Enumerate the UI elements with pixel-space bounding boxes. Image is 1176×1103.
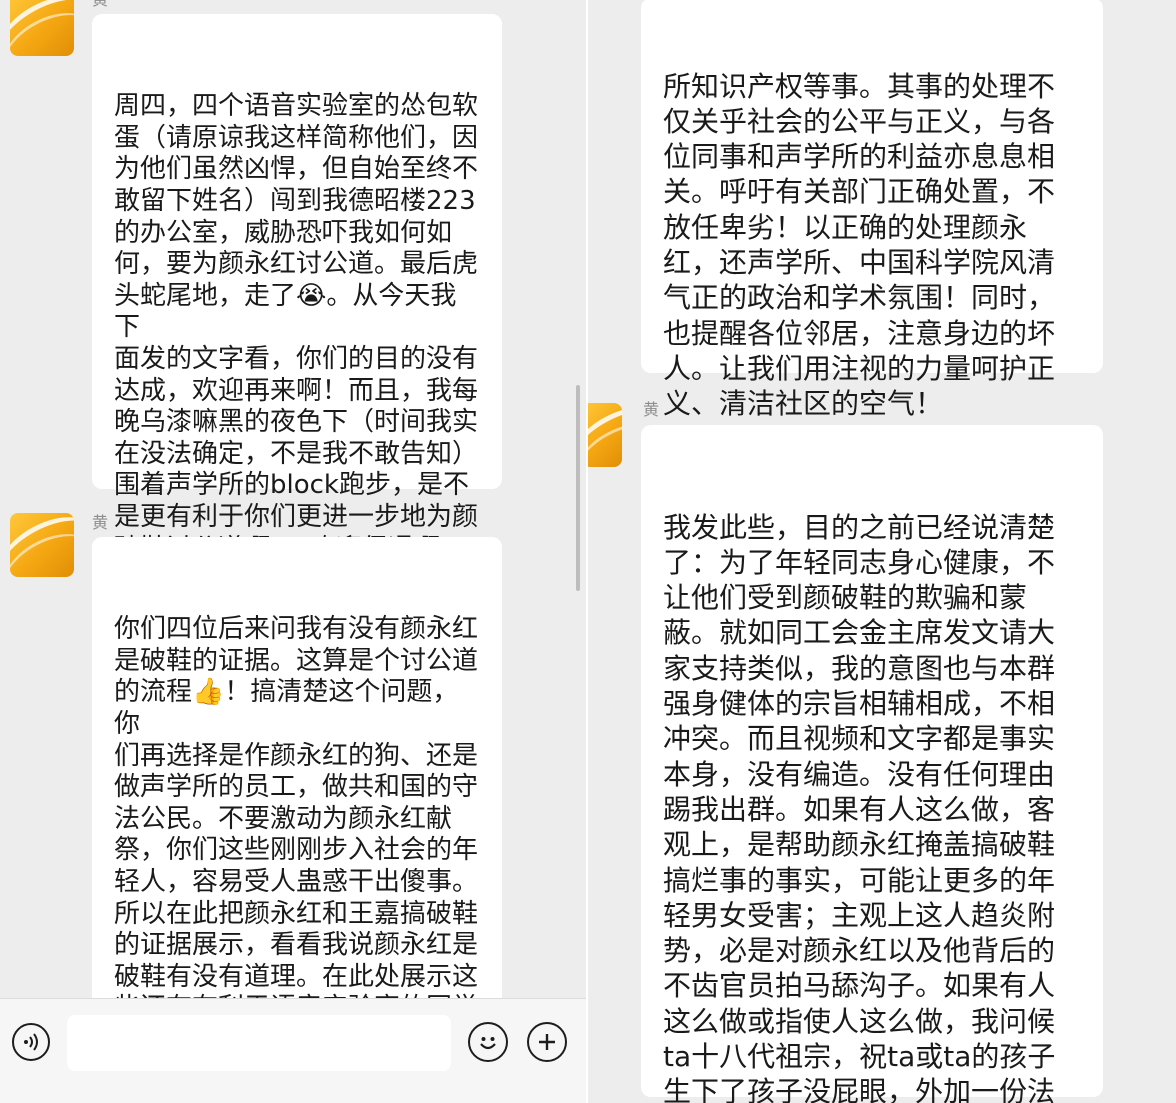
message-line: 何，要为颜永红讨公道。最后虎 bbox=[114, 249, 479, 280]
message-line: 了：为了年轻同志身心健康，不 bbox=[663, 545, 1056, 579]
avatar[interactable] bbox=[588, 403, 622, 467]
sender-name: 黄 bbox=[643, 400, 660, 419]
message-line: 围着声学所的block跑步，是不 bbox=[114, 470, 469, 501]
message-line: 蛋（请原谅我这样简称他们，因 bbox=[114, 122, 479, 153]
message-text: 我发此些，目的之前已经说清楚 了：为了年轻同志身心健康，不 让他们受到颜破鞋的欺骗和… bbox=[663, 510, 1083, 1103]
message-line: 祭，你们这些刚刚步入社会的年 bbox=[114, 835, 479, 866]
message-line: 气正的政治和学术氛围！同时， bbox=[663, 281, 1056, 315]
message-line: 红，还声学所、中国科学院风清 bbox=[663, 246, 1056, 280]
message-line: 踢我出群。如果有人这么做，客 bbox=[663, 792, 1056, 826]
message-line: 的证据展示，看看我说颜永红是 bbox=[114, 930, 479, 961]
message-bubble[interactable]: 周四，四个语音实验室的怂包软 蛋（请原谅我这样简称他们，因 为他们虽然凶悍，但自始至… bbox=[92, 14, 502, 564]
message-bubble[interactable]: 我发此些，目的之前已经说清楚 了：为了年轻同志身心健康，不 让他们受到颜破鞋的欺骗和… bbox=[641, 425, 1103, 1103]
message-line: 破鞋有没有道理。在此处展示这 bbox=[114, 961, 479, 992]
message-line: 头蛇尾地，走了😭。从今天我下 bbox=[114, 280, 457, 343]
chat-panel-left: 黄 周四，四个语音实验室的怂包软蛋（请原谅我这样简称他们，因为他们虽然凶悍，但自… bbox=[0, 0, 586, 1103]
message-bubble[interactable]: 所知识产权等事。其事的处理不 仅关乎社会的公平与正义，与各 位同事和声学所的利益亦息… bbox=[641, 0, 1103, 420]
message-line: 位同事和声学所的利益亦息息相 bbox=[663, 140, 1056, 174]
chat-panel-right: 所知识产权等事。其事的处理不 仅关乎社会的公平与正义，与各 位同事和声学所的利益亦息… bbox=[588, 0, 1176, 1103]
message-line: 是更有利于你们更进一步地为颜 bbox=[114, 501, 479, 532]
message-line: 敢留下姓名）闯到我德昭楼223 bbox=[114, 185, 476, 216]
avatar[interactable] bbox=[10, 513, 74, 577]
message-input[interactable] bbox=[67, 1015, 451, 1071]
message-line: 也提醒各位邻居，注意身边的坏 bbox=[663, 316, 1056, 350]
plus-icon[interactable] bbox=[527, 1022, 567, 1062]
message-line: 势，必是对颜永红以及他背后的 bbox=[663, 934, 1056, 968]
message-bubble[interactable]: 你们四位后来问我有没有颜永红 是破鞋的证据。这算是个讨公道 的流程👍！搞清楚这个问题… bbox=[92, 537, 502, 1087]
message-line: 达成，欢迎再来啊！而且，我每 bbox=[114, 375, 479, 406]
message-text: 所知识产权等事。其事的处理不 仅关乎社会的公平与正义，与各 位同事和声学所的利益亦息… bbox=[663, 69, 1083, 422]
message-line: 义、清洁社区的空气！ bbox=[663, 387, 944, 421]
message-line: 强身健体的宗旨相辅相成，不相 bbox=[663, 687, 1056, 721]
message-line: 法公民。不要激动为颜永红献 bbox=[114, 803, 453, 834]
message-line: 不齿官员拍马舔沟子。如果有人 bbox=[663, 969, 1056, 1003]
message-line: 生下了孩子没屁眼，外加一份法 bbox=[663, 1075, 1056, 1103]
message-line: 所知识产权等事。其事的处理不 bbox=[663, 69, 1056, 103]
message-line: 我发此些，目的之前已经说清楚 bbox=[663, 510, 1056, 544]
message-line: 你们四位后来问我有没有颜永红 bbox=[114, 614, 479, 645]
message-line: 所以在此把颜永红和王嘉搞破鞋 bbox=[114, 898, 479, 929]
message-line: 仅关乎社会的公平与正义，与各 bbox=[663, 104, 1056, 138]
message-line: 在没法确定，不是我不敢告知） bbox=[114, 438, 479, 469]
message-line: 面发的文字看，你们的目的没有 bbox=[114, 343, 479, 374]
message-line: 冲突。而且视频和文字都是事实 bbox=[663, 722, 1056, 756]
message-line: 周四，四个语音实验室的怂包软 bbox=[114, 91, 479, 122]
message-line: 们再选择是作颜永红的狗、还是 bbox=[114, 740, 479, 771]
message-text: 周四，四个语音实验室的怂包软 蛋（请原谅我这样简称他们，因 为他们虽然凶悍，但自始至… bbox=[114, 91, 482, 565]
message-line: 搞烂事的事实，可能让更多的年 bbox=[663, 863, 1056, 897]
message-line: 观上，是帮助颜永红掩盖搞破鞋 bbox=[663, 828, 1056, 862]
sender-name: 黄 bbox=[92, 0, 108, 10]
avatar[interactable] bbox=[10, 0, 74, 56]
message-line: 的办公室，威胁恐吓我如何如 bbox=[114, 217, 453, 248]
message-line: 这么做或指使人这么做，我问候 bbox=[663, 1004, 1056, 1038]
sender-name: 黄 bbox=[92, 513, 109, 532]
emoji-icon[interactable] bbox=[468, 1022, 508, 1062]
message-line: 是破鞋的证据。这算是个讨公道 bbox=[114, 645, 479, 676]
message-line: 蔽。就如同工会金主席发文请大 bbox=[663, 616, 1056, 650]
message-line: 做声学所的员工，做共和国的守 bbox=[114, 772, 479, 803]
scrollbar[interactable] bbox=[576, 385, 580, 591]
voice-icon[interactable] bbox=[12, 1023, 50, 1061]
message-line: 关。呼吁有关部门正确处置，不 bbox=[663, 175, 1056, 209]
message-line: 家支持类似，我的意图也与本群 bbox=[663, 651, 1056, 685]
message-line: ta十八代祖宗，祝ta或ta的孩子 bbox=[663, 1040, 1056, 1074]
message-line: 人。让我们用注视的力量呵护正 bbox=[663, 351, 1056, 385]
message-line: 本身，没有编造。没有任何理由 bbox=[663, 757, 1056, 791]
message-line: 轻人，容易受人蛊惑干出傻事。 bbox=[114, 866, 479, 897]
message-line: 晚乌漆嘛黑的夜色下（时间我实 bbox=[114, 407, 479, 438]
message-line: 的流程👍！搞清楚这个问题，你 bbox=[114, 677, 459, 739]
message-line: 让他们受到颜破鞋的欺骗和蒙 bbox=[663, 581, 1028, 615]
message-line: 放任卑劣！以正确的处理颜永 bbox=[663, 210, 1028, 244]
message-line: 为他们虽然凶悍，但自始至终不 bbox=[114, 154, 479, 185]
message-line: 轻男女受害；主观上这人趋炎附 bbox=[663, 898, 1056, 932]
